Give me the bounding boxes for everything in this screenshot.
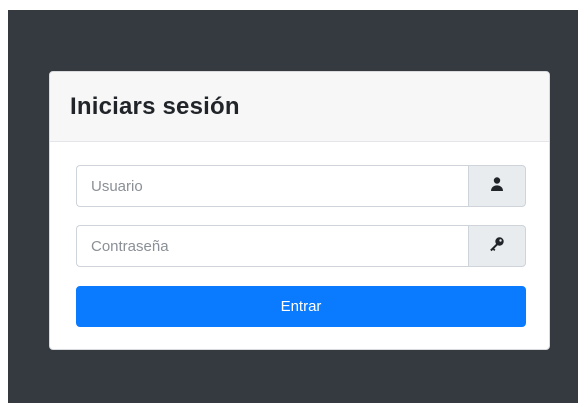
- password-input[interactable]: [76, 225, 468, 267]
- username-addon: [468, 165, 526, 207]
- submit-button[interactable]: Entrar: [76, 286, 526, 327]
- username-field-group: [76, 165, 526, 207]
- login-card: Iniciars sesión Entrar: [49, 71, 550, 350]
- password-addon: [468, 225, 526, 267]
- login-title: Iniciars sesión: [70, 92, 240, 120]
- login-card-header: Iniciars sesión: [50, 72, 549, 142]
- key-icon: [489, 236, 505, 257]
- username-input[interactable]: [76, 165, 468, 207]
- user-icon: [489, 176, 505, 197]
- password-field-group: [76, 225, 526, 267]
